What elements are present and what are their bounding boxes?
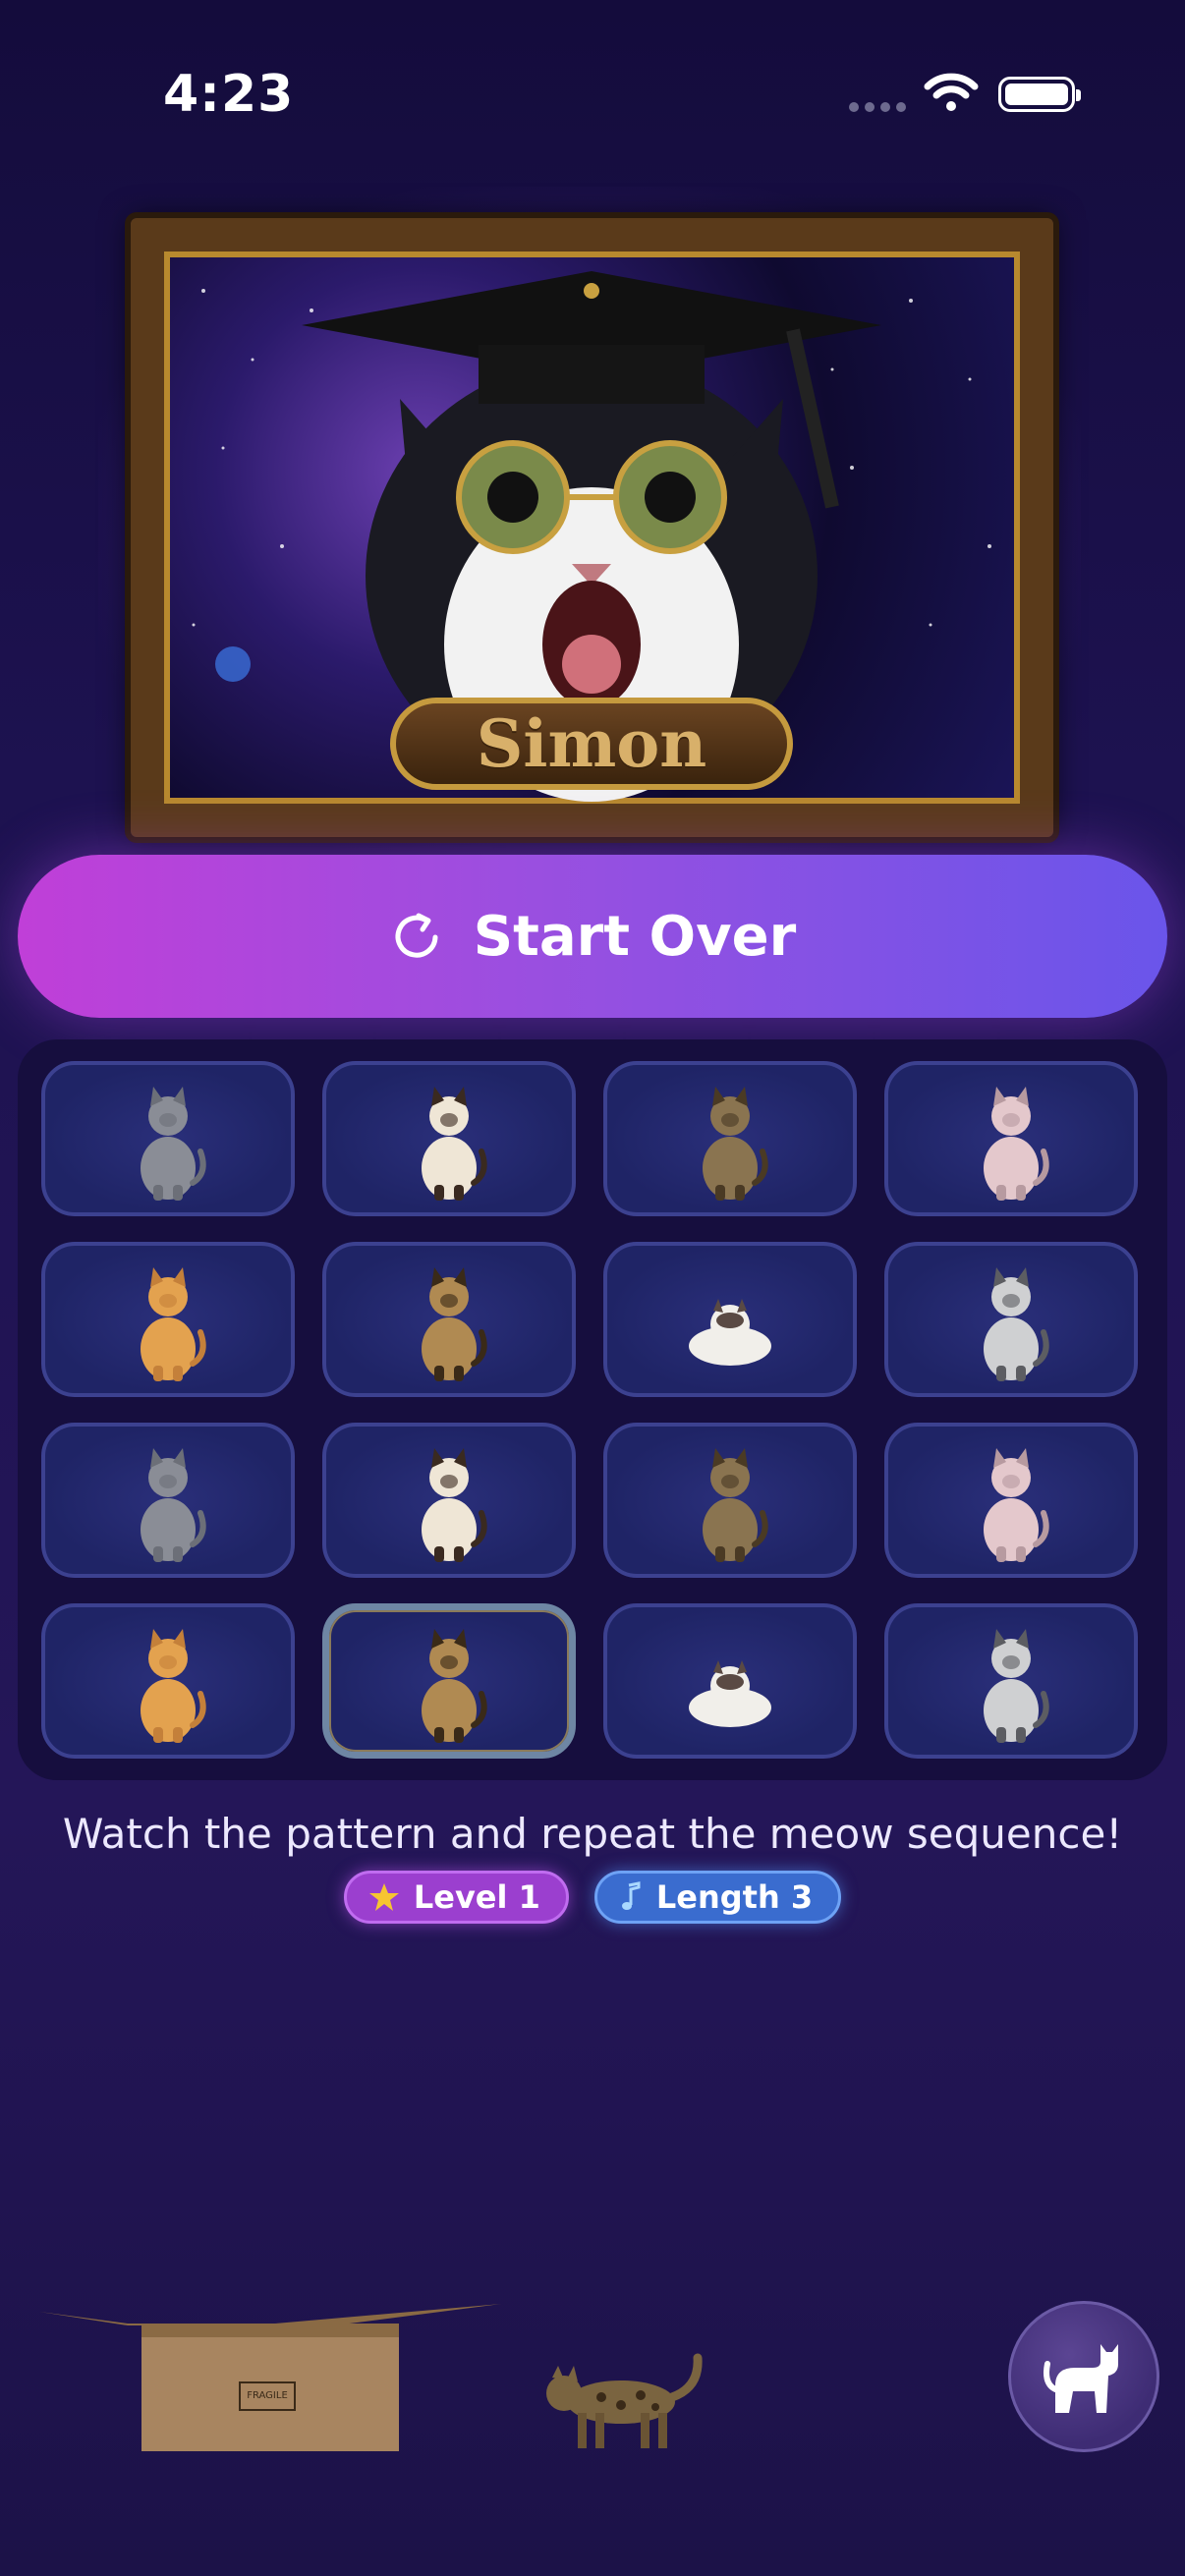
ragdoll-cat (689, 1299, 771, 1366)
start-over-label: Start Over (473, 904, 797, 969)
battery-icon (998, 77, 1081, 112)
cat-tile-6[interactable] (322, 1242, 576, 1397)
hero-portrait: Simon (131, 218, 1053, 837)
level-label: Level 1 (413, 1878, 540, 1916)
cat-tile-3[interactable] (603, 1061, 857, 1216)
bengal-cat (422, 1267, 487, 1381)
cat-tile-15[interactable] (603, 1603, 857, 1759)
siamese-cat (422, 1087, 487, 1201)
start-over-button[interactable]: Start Over (18, 855, 1167, 1018)
instructions-text: Watch the pattern and repeat the meow se… (62, 1810, 1123, 1858)
plaque-text: Simon (476, 705, 707, 782)
wifi-icon (924, 73, 979, 111)
level-badge: Level 1 (343, 1871, 569, 1924)
cat-grid (41, 1061, 1138, 1759)
cat-tile-16[interactable] (884, 1603, 1138, 1759)
maine-coon-cat (703, 1087, 768, 1201)
cat-tile-14[interactable] (322, 1603, 576, 1759)
signal-dots-icon (849, 102, 906, 112)
gray-cat (141, 1448, 206, 1562)
bengal-cat (422, 1629, 487, 1743)
cat-tile-13[interactable] (41, 1603, 295, 1759)
cat-menu-button[interactable] (1008, 2301, 1159, 2452)
cat-tile-8[interactable] (884, 1242, 1138, 1397)
cat-tile-11[interactable] (603, 1423, 857, 1578)
cat-tile-12[interactable] (884, 1423, 1138, 1578)
name-plaque: Simon (390, 698, 793, 790)
cat-tile-10[interactable] (322, 1423, 576, 1578)
cat-tile-4[interactable] (884, 1061, 1138, 1216)
box-label: FRAGILE (247, 2390, 288, 2401)
cat-tile-5[interactable] (41, 1242, 295, 1397)
siamese-cat (422, 1448, 487, 1562)
cardboard-box: FRAGILE (39, 2304, 501, 2451)
maine-coon-cat (703, 1448, 768, 1562)
orange-cat (141, 1629, 206, 1743)
length-label: Length 3 (655, 1878, 814, 1916)
cat-tile-9[interactable] (41, 1423, 295, 1578)
length-badge: Length 3 (593, 1871, 842, 1924)
music-note-icon (621, 1881, 641, 1910)
cat-grid-panel (18, 1039, 1167, 1780)
status-time: 4:23 (163, 65, 295, 124)
cat-tile-7[interactable] (603, 1242, 857, 1397)
orange-cat (141, 1267, 206, 1381)
cat-tile-1[interactable] (41, 1061, 295, 1216)
restart-icon (395, 913, 438, 958)
cat-tile-2[interactable] (322, 1061, 576, 1216)
gray-cat (141, 1087, 206, 1201)
star-icon (368, 1883, 399, 1911)
ragdoll-cat (689, 1660, 771, 1727)
cat-icon (1044, 2344, 1118, 2413)
sphynx-cat (984, 1087, 1049, 1201)
badges-row: Level 1 Length 3 (0, 1871, 1185, 1924)
scottish-fold-cat (984, 1267, 1049, 1381)
scottish-fold-cat (984, 1629, 1049, 1743)
walking-cat (546, 2353, 703, 2448)
sphynx-cat (984, 1448, 1049, 1562)
